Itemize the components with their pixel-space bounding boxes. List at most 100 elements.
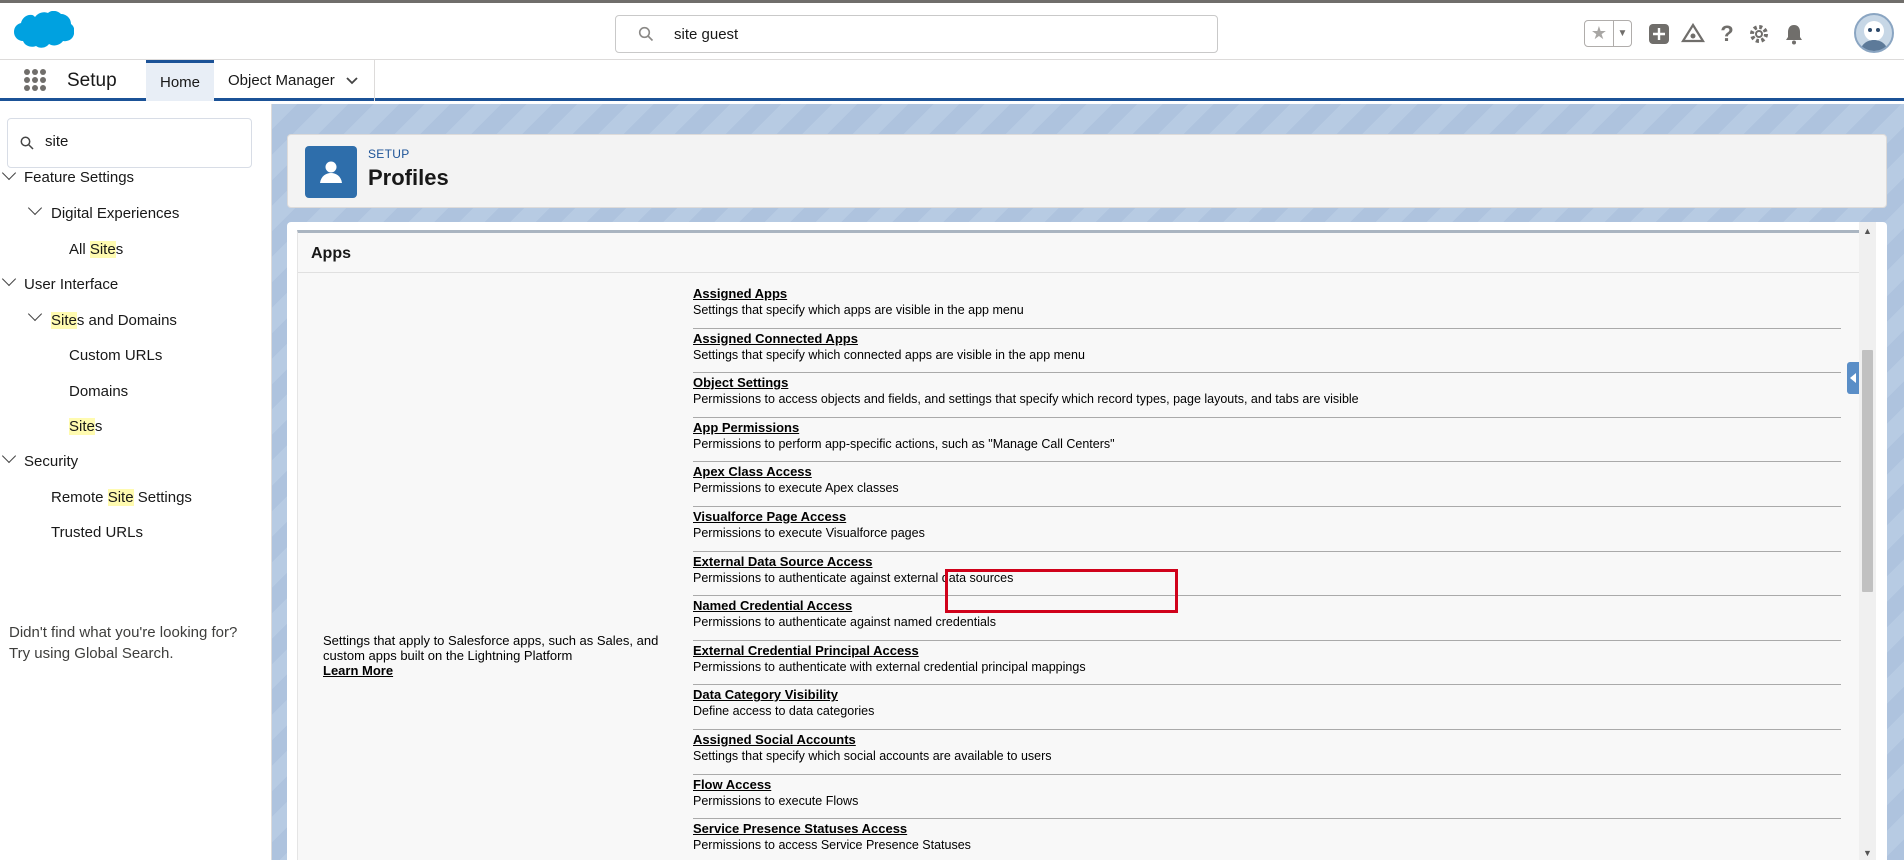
search-match-highlight: Site [89, 241, 116, 258]
gear-icon[interactable] [1746, 21, 1772, 47]
apps-link-description: Permissions to authenticate against name… [693, 615, 996, 630]
apps-link-item: Object Settings Permissions to access obj… [693, 373, 1841, 418]
app-nav-bar: Setup Home Object Manager [0, 60, 1904, 101]
tree-item-custom-urls[interactable]: Custom URLs [69, 347, 162, 364]
side-panel-toggle[interactable] [1847, 362, 1859, 394]
tree-item-domains[interactable]: Domains [69, 383, 128, 400]
chevron-down-icon[interactable] [1, 448, 17, 464]
apps-link-title[interactable]: Assigned Apps [693, 286, 787, 301]
notifications-bell-icon[interactable] [1781, 21, 1807, 47]
not-found-line-2: Try using Global Search. [9, 645, 174, 662]
salesforce-logo[interactable] [8, 11, 74, 57]
tree-item-trusted-urls[interactable]: Trusted URLs [51, 524, 143, 541]
quick-find-value: site [45, 133, 69, 150]
chevron-down-icon[interactable] [1, 165, 17, 181]
apps-link-item: External Credential Principal Access Perm… [693, 641, 1841, 686]
apps-link-title[interactable]: Apex Class Access [693, 464, 812, 479]
apps-link-description: Permissions to perform app-specific acti… [693, 436, 1115, 451]
apps-link-description: Permissions to execute Visualforce pages [693, 525, 925, 540]
tree-item-user-interface[interactable]: User Interface [24, 276, 118, 293]
global-header: site guest ★ ▼ ? [0, 0, 1904, 60]
tree-item-text: All [69, 241, 90, 258]
apps-link-item: Flow Access Permissions to execute Flows [693, 775, 1841, 820]
tab-home-label: Home [160, 73, 201, 91]
tab-object-manager[interactable]: Object Manager [214, 60, 375, 101]
apps-link-description: Permissions to access objects and fields… [693, 392, 1359, 407]
help-icon[interactable]: ? [1714, 21, 1740, 47]
search-icon [638, 26, 654, 42]
apps-link-description: Settings that specify which social accou… [693, 748, 1052, 763]
apps-link-title[interactable]: Service Presence Statuses Access [693, 821, 907, 836]
apps-link-item: Service Presence Statuses Access Permissi… [693, 819, 1841, 860]
apps-link-title[interactable]: Data Category Visibility [693, 687, 838, 702]
apps-link-title[interactable]: External Data Source Access [693, 554, 872, 569]
setup-sidebar: site Feature Settings Digital Experience… [0, 104, 272, 860]
scrollbar-thumb[interactable] [1862, 350, 1873, 592]
apps-link-item: Data Category Visibility Define access to… [693, 685, 1841, 730]
apps-link-list: Assigned Apps Settings that specify which… [693, 284, 1841, 860]
quick-find-input[interactable]: site [7, 118, 252, 168]
profile-detail-panel: Apps Settings that apply to Salesforce a… [287, 222, 1887, 860]
apps-description-text: Settings that apply to Salesforce apps, … [323, 633, 659, 663]
apps-link-title[interactable]: Object Settings [693, 375, 788, 390]
trailhead-icon[interactable] [1680, 21, 1706, 47]
global-actions-icon[interactable] [1646, 21, 1672, 47]
scroll-down-arrow-icon[interactable]: ▼ [1863, 848, 1872, 858]
apps-description: Settings that apply to Salesforce apps, … [323, 633, 663, 678]
tree-item-security[interactable]: Security [24, 453, 78, 470]
search-icon [20, 136, 34, 150]
search-match-highlight: Site [107, 489, 134, 506]
apps-link-title[interactable]: External Credential Principal Access [693, 643, 919, 658]
apps-link-item: Assigned Connected Apps Settings that spe… [693, 329, 1841, 374]
tree-item-all-sites[interactable]: All Sites [69, 241, 123, 258]
apps-link-title[interactable]: Visualforce Page Access [693, 509, 846, 524]
star-icon[interactable]: ★ [1585, 21, 1614, 46]
tree-item-sites-and-domains[interactable]: Sites and Domains [51, 312, 177, 329]
tree-item-digital-experiences[interactable]: Digital Experiences [51, 205, 179, 222]
tab-object-manager-label: Object Manager [228, 72, 335, 89]
favorites-button[interactable]: ★ ▼ [1584, 20, 1632, 47]
apps-link-description: Settings that specify which apps are vis… [693, 303, 1024, 317]
chevron-down-icon[interactable] [27, 306, 43, 322]
tree-item-text: s and Domains [76, 312, 177, 329]
tree-item-text: s [94, 418, 103, 435]
apps-section-header: Apps [298, 233, 1859, 273]
apps-section: Apps Settings that apply to Salesforce a… [297, 230, 1860, 860]
chevron-down-icon[interactable] [27, 200, 43, 216]
scroll-up-arrow-icon[interactable]: ▲ [1863, 226, 1872, 236]
global-search-input[interactable]: site guest [615, 15, 1218, 53]
tree-item-feature-settings[interactable]: Feature Settings [24, 169, 134, 186]
learn-more-link[interactable]: Learn More [323, 663, 663, 678]
apps-link-title[interactable]: Flow Access [693, 777, 771, 792]
apps-link-item: External Data Source Access Permissions t… [693, 552, 1841, 597]
user-avatar[interactable] [1854, 13, 1894, 53]
apps-link-description: Permissions to execute Apex classes [693, 481, 899, 496]
apps-link-item: Assigned Social Accounts Settings that sp… [693, 730, 1841, 775]
apps-link-title[interactable]: Assigned Connected Apps [693, 331, 858, 346]
favorites-dropdown-icon[interactable]: ▼ [1614, 21, 1631, 46]
tree-item-text: s [115, 241, 124, 258]
chevron-down-icon[interactable] [345, 76, 359, 86]
page-title: Profiles [368, 165, 449, 190]
app-launcher-icon[interactable] [24, 69, 46, 91]
apps-link-item: Visualforce Page Access Permissions to ex… [693, 507, 1841, 552]
search-match-highlight: Site [51, 312, 77, 329]
apps-link-description: Settings that specify which connected ap… [693, 347, 1085, 362]
apps-link-description: Define access to data categories [693, 704, 875, 719]
apps-link-title[interactable]: Assigned Social Accounts [693, 732, 856, 747]
profile-user-icon [305, 146, 357, 198]
tab-home[interactable]: Home [146, 60, 214, 101]
apps-link-description: Permissions to authenticate against exte… [693, 570, 1014, 585]
search-match-highlight: Site [69, 418, 95, 435]
vertical-scrollbar[interactable]: ▲ ▼ [1859, 222, 1876, 860]
chevron-down-icon[interactable] [1, 271, 17, 287]
main-content: SETUP Profiles Apps Settings that apply … [272, 104, 1904, 860]
apps-link-title[interactable]: App Permissions [693, 420, 799, 435]
header-actions: ★ ▼ ? [1584, 3, 1904, 63]
tree-item-sites[interactable]: Sites [69, 418, 102, 435]
tree-item-remote-site-settings[interactable]: Remote Site Settings [51, 489, 192, 506]
apps-link-item: Apex Class Access Permissions to execute … [693, 462, 1841, 507]
tree-item-text: Remote [51, 489, 108, 506]
apps-link-title[interactable]: Named Credential Access [693, 598, 852, 613]
apps-link-description: Permissions to execute Flows [693, 793, 859, 808]
